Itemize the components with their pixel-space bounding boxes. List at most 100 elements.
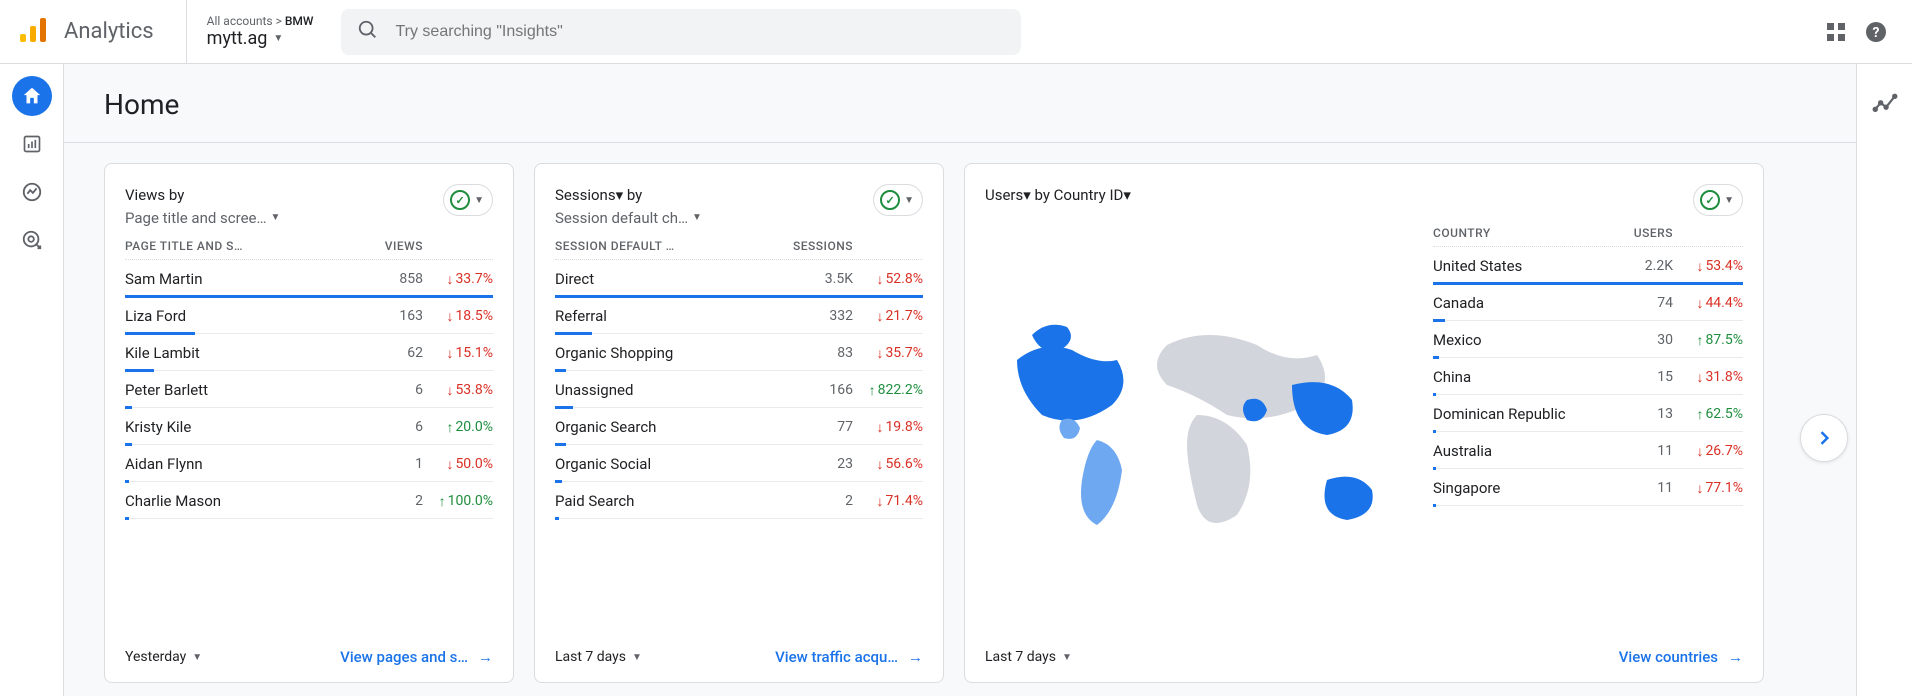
- row-value: 62: [353, 345, 423, 361]
- card-options-pill[interactable]: ✓ ▼: [873, 184, 923, 216]
- trend-icon: [876, 456, 883, 473]
- trend-icon: [446, 419, 453, 436]
- row-label: Kile Lambit: [125, 344, 353, 362]
- table-row[interactable]: Unassigned166822.2%: [555, 371, 923, 408]
- table-row[interactable]: Dominican Republic1362.5%: [1433, 395, 1743, 432]
- table-row[interactable]: Canada7444.4%: [1433, 284, 1743, 321]
- row-change: 33.7%: [423, 271, 493, 288]
- card-views: Views by Page title and scree… ▼ ✓ ▼ PAG…: [104, 163, 514, 683]
- table-row[interactable]: Aidan Flynn150.0%: [125, 445, 493, 482]
- view-traffic-link[interactable]: View traffic acqu… →: [775, 648, 923, 666]
- row-value: 6: [353, 419, 423, 435]
- trend-icon: [876, 271, 883, 288]
- main-content: Home Views by Page title and scree… ▼ ✓ …: [64, 64, 1856, 696]
- trend-icon: [1696, 480, 1703, 497]
- row-bar: [125, 517, 129, 520]
- view-countries-link[interactable]: View countries →: [1619, 648, 1743, 666]
- row-change: 44.4%: [1673, 295, 1743, 312]
- row-label: Paid Search: [555, 492, 783, 510]
- table-row[interactable]: Peter Barlett653.8%: [125, 371, 493, 408]
- table-row[interactable]: Charlie Mason2100.0%: [125, 482, 493, 519]
- table-row[interactable]: Organic Search7719.8%: [555, 408, 923, 445]
- help-icon[interactable]: ?: [1856, 12, 1896, 52]
- checkmark-icon: ✓: [880, 190, 900, 210]
- nav-reports[interactable]: [12, 124, 52, 164]
- trend-icon: [446, 345, 453, 362]
- trend-icon: [446, 382, 453, 399]
- account-selector[interactable]: All accounts > BMW mytt.ag▼: [186, 0, 334, 63]
- card-options-pill[interactable]: ✓ ▼: [1693, 184, 1743, 216]
- trend-icon: [446, 456, 453, 473]
- row-value: 3.5K: [783, 271, 853, 287]
- table-row[interactable]: Paid Search271.4%: [555, 482, 923, 519]
- trend-icon: [876, 345, 883, 362]
- table-row[interactable]: Kristy Kile620.0%: [125, 408, 493, 445]
- row-label: Charlie Mason: [125, 492, 353, 510]
- row-value: 2.2K: [1603, 258, 1673, 274]
- row-value: 332: [783, 308, 853, 324]
- card-sessions-title[interactable]: Sessions▾ by Session default ch… ▼: [555, 184, 702, 229]
- nav-home[interactable]: [12, 76, 52, 116]
- row-value: 83: [783, 345, 853, 361]
- row-change: 822.2%: [853, 382, 923, 399]
- row-change: 50.0%: [423, 456, 493, 473]
- caret-down-icon: ▼: [632, 652, 642, 663]
- side-nav: [0, 64, 64, 696]
- logo-block[interactable]: Analytics: [16, 12, 154, 52]
- table-row[interactable]: Mexico3087.5%: [1433, 321, 1743, 358]
- trend-icon: [1696, 369, 1703, 386]
- search-input[interactable]: [395, 23, 1005, 41]
- table-row[interactable]: Organic Shopping8335.7%: [555, 334, 923, 371]
- product-name: Analytics: [64, 19, 154, 44]
- table-row[interactable]: Sam Martin85833.7%: [125, 260, 493, 297]
- row-value: 74: [1603, 295, 1673, 311]
- card-options-pill[interactable]: ✓ ▼: [443, 184, 493, 216]
- search-bar[interactable]: [341, 9, 1021, 55]
- row-value: 858: [353, 271, 423, 287]
- arrow-right-icon: →: [478, 648, 493, 666]
- table-row[interactable]: Liza Ford16318.5%: [125, 297, 493, 334]
- row-value: 1: [353, 456, 423, 472]
- row-change: 18.5%: [423, 308, 493, 325]
- nav-advertising[interactable]: [12, 220, 52, 260]
- trend-icon: [876, 493, 883, 510]
- row-change: 71.4%: [853, 493, 923, 510]
- caret-down-icon: ▼: [474, 195, 484, 206]
- world-map[interactable]: [985, 224, 1409, 636]
- row-label: Unassigned: [555, 381, 783, 399]
- nav-explore[interactable]: [12, 172, 52, 212]
- trend-icon: [869, 382, 876, 399]
- row-change: 62.5%: [1673, 406, 1743, 423]
- table-header: SESSION DEFAULT … SESSIONS: [555, 239, 923, 260]
- insights-icon[interactable]: [1872, 92, 1898, 122]
- checkmark-icon: ✓: [1700, 190, 1720, 210]
- table-row[interactable]: Kile Lambit6215.1%: [125, 334, 493, 371]
- date-range-selector[interactable]: Yesterday▼: [125, 649, 202, 665]
- date-range-selector[interactable]: Last 7 days▼: [985, 649, 1072, 665]
- row-value: 11: [1603, 480, 1673, 496]
- row-value: 166: [783, 382, 853, 398]
- table-row[interactable]: Organic Social2356.6%: [555, 445, 923, 482]
- table-row[interactable]: Australia1126.7%: [1433, 432, 1743, 469]
- page-title: Home: [64, 64, 1856, 142]
- card-views-title[interactable]: Views by Page title and scree… ▼: [125, 184, 280, 229]
- card-sessions: Sessions▾ by Session default ch… ▼ ✓ ▼ S…: [534, 163, 944, 683]
- countries-rows: United States2.2K53.4%Canada7444.4%Mexic…: [1433, 247, 1743, 506]
- next-page-button[interactable]: [1800, 414, 1848, 462]
- table-row[interactable]: Direct3.5K52.8%: [555, 260, 923, 297]
- card-countries-title[interactable]: Users▾ by Country ID▾: [985, 184, 1131, 207]
- trend-icon: [1696, 332, 1703, 349]
- analytics-logo-icon: [16, 12, 52, 52]
- table-row[interactable]: United States2.2K53.4%: [1433, 247, 1743, 284]
- row-label: Singapore: [1433, 479, 1603, 497]
- row-change: 52.8%: [853, 271, 923, 288]
- row-change: 26.7%: [1673, 443, 1743, 460]
- row-label: Sam Martin: [125, 270, 353, 288]
- date-range-selector[interactable]: Last 7 days▼: [555, 649, 642, 665]
- row-change: 53.4%: [1673, 258, 1743, 275]
- table-row[interactable]: Singapore1177.1%: [1433, 469, 1743, 506]
- apps-icon[interactable]: [1816, 12, 1856, 52]
- table-row[interactable]: China1531.8%: [1433, 358, 1743, 395]
- view-pages-link[interactable]: View pages and s… →: [340, 648, 493, 666]
- table-row[interactable]: Referral33221.7%: [555, 297, 923, 334]
